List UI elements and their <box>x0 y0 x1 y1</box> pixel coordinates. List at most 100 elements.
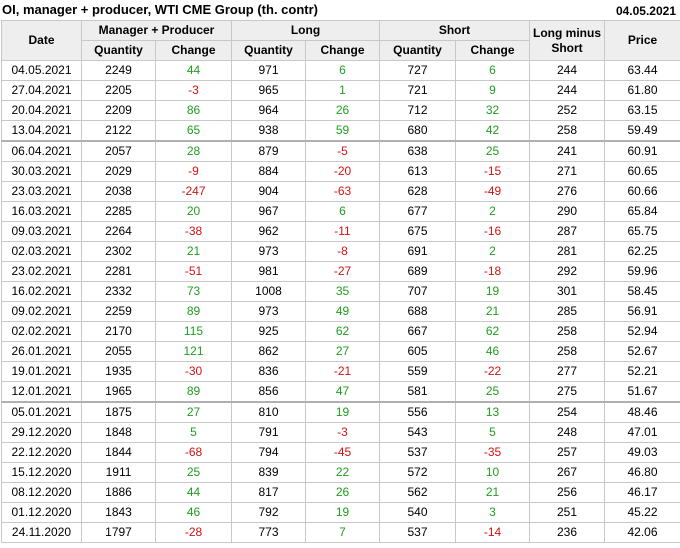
price-cell: 60.66 <box>604 181 680 202</box>
short-change-cell: 10 <box>455 462 531 483</box>
long-change-cell: -63 <box>304 181 381 202</box>
long-change-cell: 49 <box>304 301 381 322</box>
price-cell: 60.65 <box>604 161 680 182</box>
long-quantity-cell: 792 <box>231 502 306 523</box>
date-cell: 01.12.2020 <box>1 502 82 523</box>
short-change-cell: 5 <box>455 422 531 443</box>
short-change-cell: -18 <box>455 261 531 282</box>
short-quantity-cell: 572 <box>379 462 457 483</box>
table-row: 16.02.2021 2332 73 1008 35 707 19 301 58.45 <box>1 281 680 302</box>
mp-quantity-cell: 2209 <box>81 100 156 121</box>
header-short: Short <box>379 20 531 41</box>
long-quantity-cell: 1008 <box>231 281 306 302</box>
long-quantity-cell: 817 <box>231 482 306 503</box>
long-change-cell: 1 <box>304 80 381 101</box>
long-quantity-cell: 794 <box>231 442 306 463</box>
header-short-quantity: Quantity <box>379 40 457 61</box>
mp-quantity-cell: 1797 <box>81 522 156 543</box>
header-long-minus-short: Long minus Short <box>529 20 606 61</box>
long-quantity-cell: 862 <box>231 341 306 362</box>
short-change-cell: 19 <box>455 281 531 302</box>
short-change-cell: 6 <box>455 60 531 81</box>
table-row: 29.12.2020 1848 5 791 -3 543 5 248 47.01 <box>1 422 680 443</box>
mp-quantity-cell: 1875 <box>81 401 156 423</box>
short-change-cell: 21 <box>455 301 531 322</box>
long-quantity-cell: 904 <box>231 181 306 202</box>
long-change-cell: -20 <box>304 161 381 182</box>
short-change-cell: 2 <box>455 241 531 262</box>
mp-change-cell: -28 <box>155 522 232 543</box>
date-cell: 29.12.2020 <box>1 422 82 443</box>
mp-change-cell: -30 <box>155 361 232 382</box>
short-change-cell: 3 <box>455 502 531 523</box>
mp-quantity-cell: 1935 <box>81 361 156 382</box>
short-quantity-cell: 691 <box>379 241 457 262</box>
long-quantity-cell: 839 <box>231 462 306 483</box>
price-cell: 63.44 <box>604 60 680 81</box>
mp-quantity-cell: 2205 <box>81 80 156 101</box>
long-change-cell: -5 <box>304 140 381 162</box>
date-cell: 02.02.2021 <box>1 321 82 342</box>
date-cell: 08.12.2020 <box>1 482 82 503</box>
mp-change-cell: 46 <box>155 502 232 523</box>
long-change-cell: 27 <box>304 341 381 362</box>
short-change-cell: 25 <box>455 381 531 403</box>
short-quantity-cell: 707 <box>379 281 457 302</box>
date-cell: 09.02.2021 <box>1 301 82 322</box>
long-minus-short-cell: 254 <box>529 401 606 423</box>
long-minus-short-cell: 276 <box>529 181 606 202</box>
short-change-cell: 62 <box>455 321 531 342</box>
short-quantity-cell: 605 <box>379 341 457 362</box>
short-quantity-cell: 675 <box>379 221 457 242</box>
table-row: 19.01.2021 1935 -30 836 -21 559 -22 277 52.21 <box>1 361 680 382</box>
long-minus-short-cell: 271 <box>529 161 606 182</box>
short-change-cell: -35 <box>455 442 531 463</box>
price-cell: 65.75 <box>604 221 680 242</box>
mp-change-cell: 89 <box>155 301 232 322</box>
long-minus-short-cell: 252 <box>529 100 606 121</box>
long-minus-short-cell: 287 <box>529 221 606 242</box>
short-quantity-cell: 613 <box>379 161 457 182</box>
long-minus-short-cell: 275 <box>529 381 606 403</box>
short-quantity-cell: 688 <box>379 301 457 322</box>
short-change-cell: 25 <box>455 140 531 162</box>
table-row: 06.04.2021 2057 28 879 -5 638 25 241 60.91 <box>1 140 680 162</box>
table-row: 04.05.2021 2249 44 971 6 727 6 244 63.44 <box>1 60 680 81</box>
long-quantity-cell: 973 <box>231 241 306 262</box>
price-cell: 51.67 <box>604 381 680 403</box>
header-manager-producer: Manager + Producer <box>81 20 232 41</box>
short-quantity-cell: 556 <box>379 401 457 423</box>
mp-quantity-cell: 2029 <box>81 161 156 182</box>
mp-change-cell: 28 <box>155 140 232 162</box>
table-row: 02.02.2021 2170 115 925 62 667 62 258 52.94 <box>1 321 680 342</box>
table-row: 22.12.2020 1844 -68 794 -45 537 -35 257 49.03 <box>1 442 680 463</box>
date-cell: 26.01.2021 <box>1 341 82 362</box>
short-change-cell: 2 <box>455 201 531 222</box>
table-row: 09.02.2021 2259 89 973 49 688 21 285 56.91 <box>1 301 680 322</box>
long-quantity-cell: 879 <box>231 140 306 162</box>
long-change-cell: 7 <box>304 522 381 543</box>
table-row: 30.03.2021 2029 -9 884 -20 613 -15 271 60.65 <box>1 161 680 182</box>
table-row: 01.12.2020 1843 46 792 19 540 3 251 45.22 <box>1 502 680 523</box>
long-change-cell: 62 <box>304 321 381 342</box>
short-change-cell: -16 <box>455 221 531 242</box>
short-change-cell: 42 <box>455 120 531 142</box>
mp-change-cell: 121 <box>155 341 232 362</box>
long-minus-short-cell: 236 <box>529 522 606 543</box>
date-cell: 23.03.2021 <box>1 181 82 202</box>
mp-quantity-cell: 2038 <box>81 181 156 202</box>
mp-change-cell: 44 <box>155 60 232 81</box>
long-minus-short-cell: 292 <box>529 261 606 282</box>
date-cell: 27.04.2021 <box>1 80 82 101</box>
table-row: 08.12.2020 1886 44 817 26 562 21 256 46.17 <box>1 482 680 503</box>
price-cell: 45.22 <box>604 502 680 523</box>
short-quantity-cell: 581 <box>379 381 457 403</box>
mp-change-cell: -9 <box>155 161 232 182</box>
report-title: OI, manager + producer, WTI CME Group (t… <box>2 2 318 17</box>
long-change-cell: -11 <box>304 221 381 242</box>
short-change-cell: 9 <box>455 80 531 101</box>
mp-quantity-cell: 2259 <box>81 301 156 322</box>
price-cell: 60.91 <box>604 140 680 162</box>
long-quantity-cell: 791 <box>231 422 306 443</box>
mp-quantity-cell: 1843 <box>81 502 156 523</box>
